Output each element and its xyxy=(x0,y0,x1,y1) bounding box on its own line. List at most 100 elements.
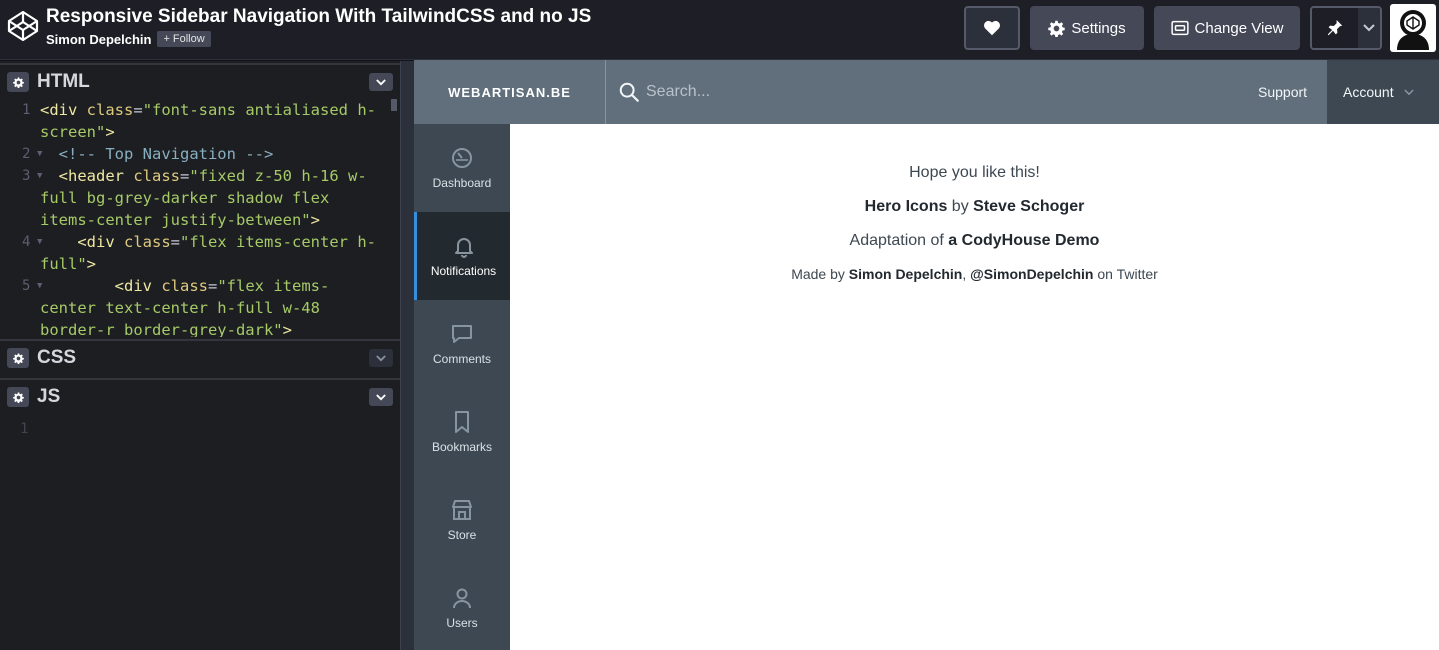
settings-label: Settings xyxy=(1071,19,1126,37)
code-line: 1 <div class="font-sans antialiased h-sc… xyxy=(0,99,400,143)
follow-label: Follow xyxy=(172,33,205,45)
fold-arrow-icon[interactable]: ▼ xyxy=(37,165,42,187)
css-editor-title: CSS xyxy=(37,347,77,368)
credits-author: Made by Simon Depelchin, @SimonDepelchin… xyxy=(791,266,1158,282)
change-view-label: Change View xyxy=(1194,19,1284,37)
code-text: <div class="font-sans antialiased h-scre… xyxy=(40,101,376,141)
editor-column: HTML 1 <div class="font-sans antialiased… xyxy=(0,61,400,650)
js-editor-title: JS xyxy=(37,386,61,407)
nav-label: Comments xyxy=(432,352,491,366)
author-row: Simon Depelchin + Follow xyxy=(46,31,211,47)
twitter-handle-link[interactable]: @SimonDepelchin xyxy=(970,266,1093,282)
html-collapse-button[interactable] xyxy=(369,73,393,91)
pen-title[interactable]: Responsive Sidebar Navigation With Tailw… xyxy=(46,6,591,28)
gear-icon xyxy=(12,76,24,88)
support-link[interactable]: Support xyxy=(1258,84,1307,100)
account-label: Account xyxy=(1343,84,1394,100)
bookmark-icon xyxy=(455,411,469,433)
line-number: 2 xyxy=(22,146,31,162)
author-name[interactable]: Simon Depelchin xyxy=(46,32,151,47)
code-text: <!-- Top Navigation --> xyxy=(58,145,274,163)
editor-resize-handle[interactable] xyxy=(400,61,414,650)
preview-content: Hope you like this! Hero Icons by Steve … xyxy=(510,124,1439,650)
css-settings-button[interactable] xyxy=(7,348,29,368)
user-avatar[interactable] xyxy=(1390,4,1436,52)
credits-hero-icons: Hero Icons by Steve Schoger xyxy=(864,198,1085,215)
codyhouse-demo-link[interactable]: a CodyHouse Demo xyxy=(948,232,1099,249)
search-input[interactable] xyxy=(646,77,1046,107)
html-editor-title: HTML xyxy=(37,71,90,92)
chevron-down-icon xyxy=(1363,24,1375,32)
nav-label: Store xyxy=(447,528,477,542)
code-line: 2 ▼ <!-- Top Navigation --> xyxy=(0,143,400,165)
hero-icons-link[interactable]: Hero Icons xyxy=(865,198,948,215)
js-settings-button[interactable] xyxy=(7,387,29,407)
line-number: 5 xyxy=(22,278,31,294)
result-preview: WEBARTISAN.BE Support Account Dashboard … xyxy=(414,60,1439,650)
nav-item-users[interactable]: Users xyxy=(414,564,510,650)
code-line: 4 ▼ <div class="flex items-center h-full"… xyxy=(0,231,400,275)
css-editor-header[interactable]: CSS xyxy=(0,339,400,375)
heart-icon xyxy=(984,20,1000,36)
chevron-down-icon xyxy=(1403,88,1414,95)
search-icon xyxy=(619,82,639,102)
html-settings-button[interactable] xyxy=(7,72,29,92)
gear-icon xyxy=(12,391,24,403)
nav-label: Notifications xyxy=(430,264,497,278)
code-line: 3 ▼ <header class="fixed z-50 h-16 w-full… xyxy=(0,165,400,231)
heart-button[interactable] xyxy=(964,6,1020,50)
follow-button[interactable]: + Follow xyxy=(157,31,211,47)
account-menu[interactable]: Account xyxy=(1327,60,1439,124)
nav-item-comments[interactable]: Comments xyxy=(414,300,510,388)
gear-icon xyxy=(12,352,24,364)
fold-arrow-icon[interactable]: ▼ xyxy=(37,231,42,253)
pin-dropdown-button[interactable] xyxy=(1358,8,1380,48)
plus-icon: + xyxy=(163,33,170,45)
html-code-editor[interactable]: 1 <div class="font-sans antialiased h-sc… xyxy=(0,99,400,337)
fold-arrow-icon[interactable]: ▼ xyxy=(37,143,42,165)
steve-schoger-link[interactable]: Steve Schoger xyxy=(973,198,1084,215)
code-text: <div class="flex items-center text-cente… xyxy=(40,277,330,337)
line-number: 4 xyxy=(22,234,31,250)
nav-item-bookmarks[interactable]: Bookmarks xyxy=(414,388,510,476)
codepen-topbar: Responsive Sidebar Navigation With Tailw… xyxy=(0,0,1439,60)
author-link[interactable]: Simon Depelchin xyxy=(849,266,963,282)
change-view-button[interactable]: Change View xyxy=(1154,6,1300,50)
user-icon xyxy=(453,588,471,609)
preview-header: WEBARTISAN.BE Support Account xyxy=(414,60,1439,124)
codepen-logo-icon[interactable] xyxy=(7,10,39,42)
pin-icon xyxy=(1327,20,1343,36)
gear-icon xyxy=(1048,20,1066,37)
js-collapse-button[interactable] xyxy=(369,388,393,406)
preview-sidebar: Dashboard Notifications Comments Bookmar… xyxy=(414,124,510,650)
editor-scrollbar[interactable] xyxy=(391,99,397,111)
nav-label: Users xyxy=(446,616,478,630)
css-collapse-button[interactable] xyxy=(369,349,393,367)
nav-item-dashboard[interactable]: Dashboard xyxy=(414,124,510,212)
nav-item-notifications[interactable]: Notifications xyxy=(414,212,510,300)
intro-text: Hope you like this! xyxy=(909,164,1040,181)
code-text: <header class="fixed z-50 h-16 w-full bg… xyxy=(40,167,367,229)
code-line: 5 ▼ <div class="flex items-center text-ce… xyxy=(0,275,400,337)
chevron-down-icon xyxy=(376,393,386,400)
dashboard-icon xyxy=(452,148,472,168)
js-code-editor[interactable]: 1 xyxy=(0,416,400,650)
code-text: <div class="flex items-center h-full"> xyxy=(40,233,376,273)
settings-button[interactable]: Settings xyxy=(1030,6,1144,50)
line-number: 1 xyxy=(22,102,31,118)
pin-group xyxy=(1310,6,1382,50)
js-editor-header[interactable]: JS xyxy=(0,378,400,414)
brand-logo[interactable]: WEBARTISAN.BE xyxy=(414,60,606,124)
chevron-down-icon xyxy=(376,354,386,361)
nav-label: Bookmarks xyxy=(431,440,493,454)
chevron-down-icon xyxy=(376,78,386,85)
html-editor-header: HTML xyxy=(0,63,400,99)
pin-button[interactable] xyxy=(1312,8,1358,48)
store-icon xyxy=(452,500,472,520)
credits-adaptation: Adaptation of a CodyHouse Demo xyxy=(849,232,1100,249)
comment-icon xyxy=(452,325,472,343)
line-number: 1 xyxy=(20,421,29,437)
nav-item-store[interactable]: Store xyxy=(414,476,510,564)
fold-arrow-icon[interactable]: ▼ xyxy=(37,275,42,297)
layout-icon xyxy=(1170,20,1189,36)
